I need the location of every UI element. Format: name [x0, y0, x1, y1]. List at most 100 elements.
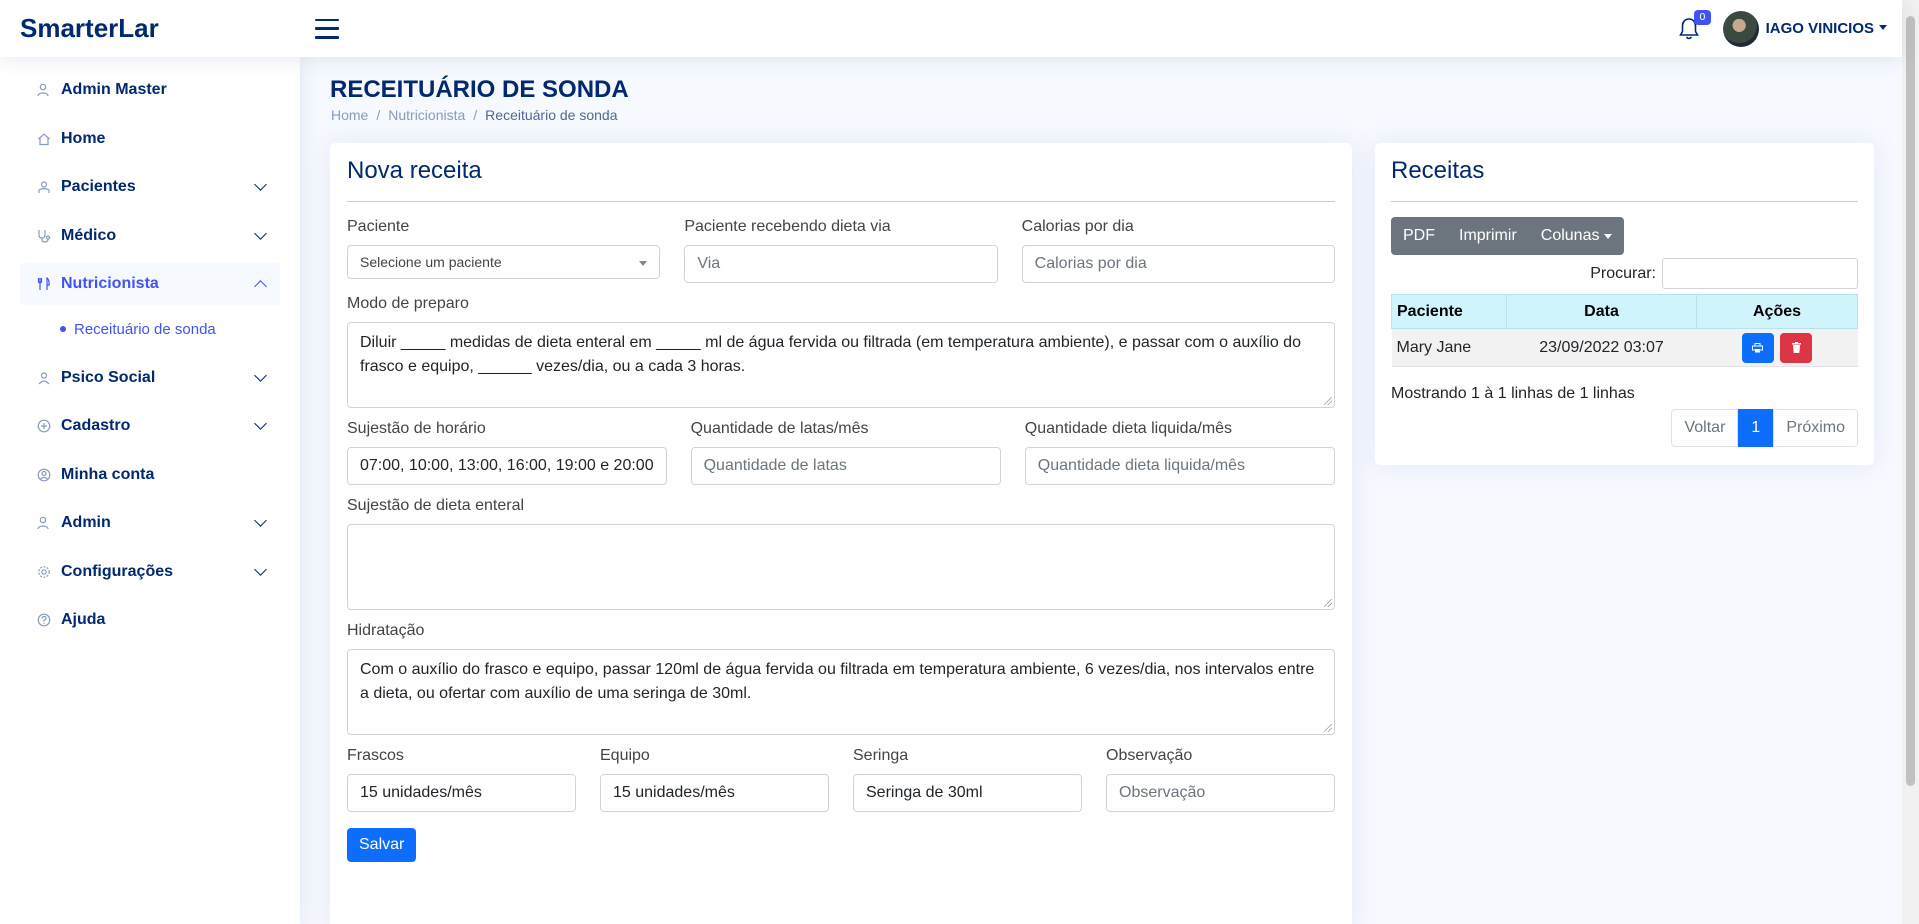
receitas-card: Receitas PDF Imprimir Colunas Procurar: … — [1375, 143, 1874, 465]
sidebar-item-configuracoes[interactable]: Configurações — [20, 551, 280, 593]
person-gear-icon — [37, 83, 51, 97]
latas-input[interactable]: Quantidade de latas — [690, 447, 1001, 485]
sidebar-item-label: Pacientes — [61, 178, 136, 195]
app-logo[interactable]: SmarterLar — [20, 13, 310, 44]
sidebar-item-cadastro[interactable]: Cadastro — [20, 405, 280, 447]
cell-paciente: Mary Jane — [1391, 328, 1507, 367]
sidebar-item-pacientes[interactable]: Pacientes — [20, 166, 280, 208]
breadcrumb-home[interactable]: Home — [331, 107, 368, 123]
hidratacao-textarea[interactable]: Com o auxílio do frasco e equipo, passar… — [347, 649, 1335, 735]
stethoscope-icon — [37, 229, 51, 243]
sidebar-item-ajuda[interactable]: Ajuda — [20, 599, 280, 641]
horario-label: Sujestão de horário — [347, 420, 486, 437]
table-search: Procurar: — [1391, 258, 1858, 289]
hidratacao-label: Hidratação — [347, 622, 425, 639]
modo-preparo-textarea[interactable]: Diluir _____ medidas de dieta enteral em… — [347, 322, 1335, 408]
receitas-table: Paciente Data Ações Mary Jane 23/09/2022… — [1391, 294, 1858, 367]
seringa-input[interactable]: Seringa de 30ml — [853, 774, 1082, 812]
pagination-page-1[interactable]: 1 — [1738, 409, 1774, 447]
person-lines-icon — [37, 371, 51, 385]
sidebar-item-psico-social[interactable]: Psico Social — [20, 357, 280, 399]
user-avatar[interactable] — [1722, 10, 1759, 47]
chevron-up-icon — [254, 279, 267, 293]
save-button[interactable]: Salvar — [347, 828, 417, 862]
equipo-input[interactable]: 15 unidades/mês — [600, 774, 829, 812]
pdf-button[interactable]: PDF — [1391, 217, 1447, 255]
search-label: Procurar: — [1590, 264, 1656, 282]
horario-input[interactable]: 07:00, 10:00, 13:00, 16:00, 19:00 e 20:0… — [347, 447, 667, 485]
column-header-acoes: Ações — [1696, 294, 1858, 329]
dieta-via-input[interactable]: Via — [684, 245, 998, 283]
column-header-paciente[interactable]: Paciente — [1391, 294, 1507, 329]
sidebar-item-label: Ajuda — [61, 611, 106, 628]
sidebar-item-label: Nutricionista — [61, 275, 159, 292]
frascos-group: Frascos 15 unidades/mês — [347, 747, 576, 812]
sidebar-item-label: Médico — [61, 226, 117, 244]
observacao-label: Observação — [1106, 747, 1193, 764]
calorias-label: Calorias por dia — [1021, 218, 1134, 235]
chevron-down-icon — [254, 417, 267, 430]
house-icon — [37, 132, 51, 146]
frascos-label: Frascos — [347, 747, 404, 764]
latas-label: Quantidade de latas/mês — [690, 420, 869, 437]
breadcrumb-separator: / — [376, 107, 381, 123]
sidebar-subitem-receituario[interactable]: Receituário de sonda — [20, 312, 280, 347]
breadcrumb-separator: / — [473, 107, 478, 123]
search-input[interactable] — [1662, 258, 1858, 289]
header-right: 0 IAGO VINICIOS — [1677, 9, 1887, 47]
chevron-down-icon — [254, 514, 267, 527]
sidebar-item-label: Admin — [61, 514, 111, 531]
sidebar-item-medico[interactable]: Médico — [20, 215, 280, 257]
frascos-input[interactable]: 15 unidades/mês — [347, 774, 576, 812]
hidratacao-group: Hidratação Com o auxílio do frasco e equ… — [347, 622, 1335, 735]
table-info: Mostrando 1 à 1 linhas de 1 linhas — [1391, 385, 1635, 402]
sidebar-item-admin-master[interactable]: Admin Master — [20, 69, 280, 111]
bullet-dot-icon — [60, 326, 66, 332]
chevron-down-icon — [254, 178, 267, 191]
paciente-label: Paciente — [347, 218, 410, 235]
fork-knife-icon — [37, 277, 51, 291]
page-title: RECEITUÁRIO DE SONDA — [330, 76, 629, 103]
pagination-prev[interactable]: Voltar — [1671, 409, 1739, 447]
card-title: Nova receita — [347, 143, 1335, 202]
notifications-bell-icon[interactable]: 0 — [1677, 9, 1711, 42]
sidebar-item-label: Psico Social — [61, 368, 156, 386]
scrollbar-thumb[interactable] — [1906, 16, 1915, 786]
columns-dropdown-button[interactable]: Colunas — [1529, 217, 1625, 255]
table-toolbar: PDF Imprimir Colunas — [1391, 217, 1625, 255]
observacao-input[interactable]: Observação — [1106, 774, 1335, 812]
menu-toggle-icon[interactable] — [315, 18, 339, 39]
gear-icon — [37, 565, 51, 579]
form-row: Paciente Selecione um paciente Paciente … — [347, 218, 1335, 283]
breadcrumb-nutricionista[interactable]: Nutricionista — [388, 107, 465, 123]
paciente-select[interactable]: Selecione um paciente — [347, 245, 661, 279]
dieta-liquida-input[interactable]: Quantidade dieta liquida/mês — [1024, 447, 1335, 485]
horario-group: Sujestão de horário 07:00, 10:00, 13:00,… — [347, 420, 667, 485]
sidebar-item-label: Cadastro — [61, 417, 131, 434]
table-row: Mary Jane 23/09/2022 03:07 — [1391, 328, 1858, 367]
seringa-group: Seringa Seringa de 30ml — [853, 747, 1082, 812]
page-scrollbar[interactable] — [1902, 0, 1919, 924]
sidebar-item-admin[interactable]: Admin — [20, 502, 280, 544]
trash-icon[interactable] — [1780, 332, 1813, 363]
calorias-input[interactable]: Calorias por dia — [1021, 245, 1335, 283]
dieta-enteral-group: Sujestão de dieta enteral — [347, 497, 1335, 610]
calorias-group: Calorias por dia Calorias por dia — [1021, 218, 1335, 283]
sidebar-item-minha-conta[interactable]: Minha conta — [20, 454, 280, 496]
column-header-data[interactable]: Data — [1506, 294, 1697, 329]
sidebar-item-home[interactable]: Home — [20, 118, 280, 160]
sidebar-item-nutricionista[interactable]: Nutricionista — [20, 263, 280, 305]
table-header-row: Paciente Data Ações — [1391, 294, 1858, 329]
user-menu-toggle[interactable]: IAGO VINICIOS — [1766, 20, 1887, 37]
modo-preparo-label: Modo de preparo — [347, 295, 469, 312]
breadcrumb: Home / Nutricionista / Receituário de sonda — [331, 107, 617, 123]
print-button[interactable]: Imprimir — [1447, 217, 1529, 255]
equipo-label: Equipo — [600, 747, 650, 764]
dieta-enteral-label: Sujestão de dieta enteral — [347, 497, 525, 514]
print-icon[interactable] — [1741, 332, 1774, 363]
person-gear-icon — [37, 516, 51, 530]
pagination-next[interactable]: Próximo — [1773, 409, 1858, 447]
dieta-via-group: Paciente recebendo dieta via Via — [684, 218, 998, 283]
dieta-enteral-textarea[interactable] — [347, 524, 1335, 610]
sidebar-item-label: Home — [61, 129, 106, 147]
